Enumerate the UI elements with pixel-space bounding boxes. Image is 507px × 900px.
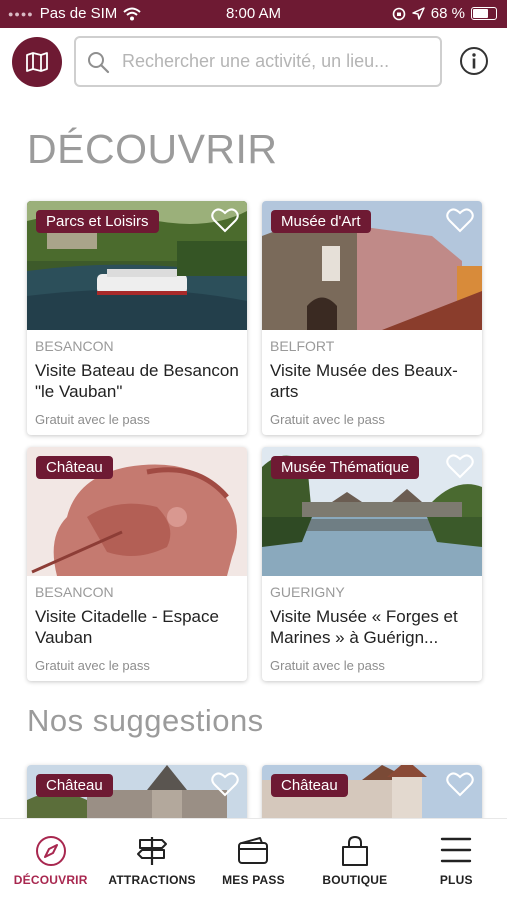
wallet-icon: [238, 837, 269, 864]
activity-city: BELFORT: [270, 338, 335, 354]
heart-icon[interactable]: [446, 771, 474, 797]
tab-label: DÉCOUVRIR: [13, 873, 88, 887]
compass-icon: [35, 836, 66, 866]
status-bar: ●●●● Pas de SIM 8:00 AM 68 %: [0, 0, 507, 28]
info-icon[interactable]: [459, 46, 489, 76]
tab-mes-pass[interactable]: MES PASS: [203, 819, 304, 900]
activity-price: Gratuit avec le pass: [35, 658, 150, 673]
activity-card[interactable]: Musée d'Art BELFORT Visite Musée des Bea…: [262, 201, 482, 435]
category-badge: Parcs et Loisirs: [36, 210, 159, 233]
search-bar[interactable]: [74, 36, 442, 87]
menu-icon: [441, 837, 472, 863]
activity-price: Gratuit avec le pass: [35, 412, 150, 427]
activity-card[interactable]: Parcs et Loisirs BESANCON Visite Bateau …: [27, 201, 247, 435]
location-arrow-icon: [412, 7, 425, 20]
tab-decouvrir[interactable]: DÉCOUVRIR: [0, 819, 101, 900]
suggestion-image: Château: [27, 765, 247, 825]
heart-icon[interactable]: [446, 207, 474, 233]
activity-city: BESANCON: [35, 584, 114, 600]
tab-label: BOUTIQUE: [322, 873, 388, 887]
suggestion-image: Château: [262, 765, 482, 825]
map-icon: [26, 52, 48, 72]
tab-label: MES PASS: [222, 873, 285, 887]
battery-percent: 68 %: [430, 5, 465, 22]
tab-attractions[interactable]: ATTRACTIONS: [101, 819, 202, 900]
map-button[interactable]: [12, 37, 62, 87]
tab-bar: DÉCOUVRIR ATTRACTIONS MES PASS BOUTIQUE …: [0, 818, 507, 900]
activity-city: GUERIGNY: [270, 584, 345, 600]
tab-label: PLUS: [439, 873, 473, 887]
heart-icon[interactable]: [211, 771, 239, 797]
tab-label: ATTRACTIONS: [108, 873, 196, 887]
suggestion-card[interactable]: Château: [27, 765, 247, 825]
category-badge: Château: [271, 774, 348, 797]
activity-name: Visite Musée des Beaux-arts: [270, 361, 458, 401]
activity-image: Musée Thématique: [262, 447, 482, 576]
tab-boutique[interactable]: BOUTIQUE: [304, 819, 405, 900]
top-bar: [0, 28, 507, 94]
activity-image: Château: [27, 447, 247, 576]
activity-name: Visite Citadelle - Espace Vauban: [35, 607, 219, 647]
category-badge: Musée d'Art: [271, 210, 371, 233]
activity-name: Visite Bateau de Besancon "le Vauban": [35, 361, 239, 401]
category-badge: Château: [36, 456, 113, 479]
search-input[interactable]: [122, 51, 422, 72]
suggestions-title: Nos suggestions: [27, 703, 264, 738]
heart-icon[interactable]: [446, 453, 474, 479]
activity-city: BESANCON: [35, 338, 114, 354]
orientation-lock-icon: [392, 7, 406, 20]
heart-icon[interactable]: [211, 207, 239, 233]
activity-image: Parcs et Loisirs: [27, 201, 247, 330]
page-title: DÉCOUVRIR: [27, 126, 278, 172]
activity-image: Musée d'Art: [262, 201, 482, 330]
battery-icon: [471, 7, 497, 20]
tab-plus[interactable]: PLUS: [406, 819, 507, 900]
activity-name: Visite Musée « Forges et Marines » à Gué…: [270, 607, 458, 647]
activity-card[interactable]: Château BESANCON Visite Citadelle - Espa…: [27, 447, 247, 681]
shopping-bag-icon: [341, 835, 368, 866]
activity-price: Gratuit avec le pass: [270, 412, 385, 427]
activity-price: Gratuit avec le pass: [270, 658, 385, 673]
category-badge: Château: [36, 774, 113, 797]
signpost-icon: [137, 837, 168, 865]
suggestion-card[interactable]: Château: [262, 765, 482, 825]
search-icon: [88, 51, 110, 73]
activity-card[interactable]: Musée Thématique GUERIGNY Visite Musée «…: [262, 447, 482, 681]
category-badge: Musée Thématique: [271, 456, 420, 479]
